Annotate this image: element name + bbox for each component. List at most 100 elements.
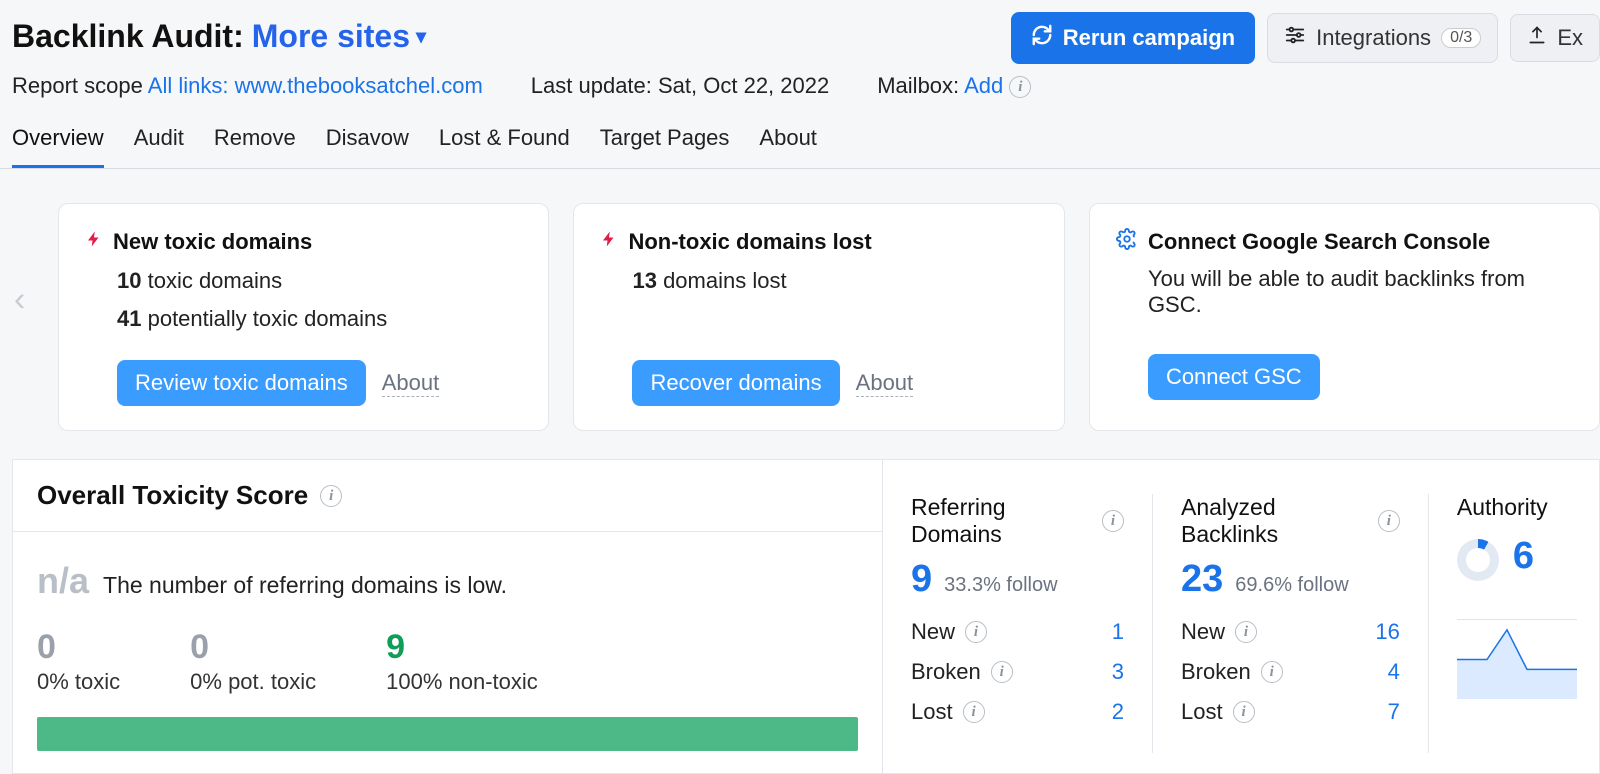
cards-row: ‹ New toxic domains 10 toxic domains 41 …: [0, 169, 1600, 431]
report-scope: Report scope All links: www.thebooksatch…: [12, 73, 483, 99]
card-actions: Recover domains About: [600, 360, 1037, 406]
count-label: 100% non-toxic: [386, 669, 538, 695]
info-icon[interactable]: i: [1233, 701, 1255, 723]
info-icon[interactable]: i: [965, 621, 987, 643]
ref-domains-value[interactable]: 9: [911, 558, 932, 601]
export-label: Ex: [1557, 25, 1583, 51]
stat-row: Losti 2: [911, 699, 1124, 725]
stat-row-value[interactable]: 1: [1112, 619, 1124, 645]
backlinks-value[interactable]: 23: [1181, 558, 1223, 601]
panel-title: Overall Toxicity Score i: [13, 460, 882, 532]
info-icon[interactable]: i: [991, 661, 1013, 683]
rerun-campaign-button[interactable]: Rerun campaign: [1011, 12, 1255, 64]
ref-domains-sub: 33.3% follow: [944, 574, 1057, 597]
tab-audit[interactable]: Audit: [134, 125, 184, 168]
page-title: Backlink Audit:: [12, 18, 244, 55]
toxicity-count: 9100% non-toxic: [386, 628, 538, 695]
count-value: 0: [37, 628, 120, 667]
card-actions: Connect GSC: [1116, 354, 1573, 400]
integrations-button[interactable]: Integrations 0/3: [1267, 13, 1498, 63]
toxicity-count: 00% toxic: [37, 628, 120, 695]
connect-gsc-button[interactable]: Connect GSC: [1148, 354, 1320, 400]
analyzed-backlinks-col: Analyzed Backlinks i 23 69.6% follow New…: [1153, 494, 1429, 753]
toxicity-count: 00% pot. toxic: [190, 628, 316, 695]
info-icon[interactable]: i: [320, 485, 342, 507]
na-row: n/a The number of referring domains is l…: [37, 560, 858, 602]
label: New: [911, 619, 955, 645]
stat-row-label: Newi: [911, 619, 987, 645]
chevron-down-icon: ▾: [416, 24, 426, 49]
ref-domains-list: Newi1Brokeni3Losti2: [911, 619, 1124, 725]
stat-row-value[interactable]: 16: [1375, 619, 1399, 645]
overall-toxicity-panel: Overall Toxicity Score i n/a The number …: [12, 459, 882, 774]
text: domains lost: [657, 268, 787, 293]
report-scope-link[interactable]: All links: www.thebooksatchel.com: [148, 73, 483, 98]
card-nontoxic-lost: Non-toxic domains lost 13 domains lost R…: [573, 203, 1064, 431]
about-link[interactable]: About: [382, 370, 440, 397]
last-update: Last update: Sat, Oct 22, 2022: [531, 73, 829, 99]
stat-row-value[interactable]: 3: [1112, 659, 1124, 685]
tab-remove[interactable]: Remove: [214, 125, 296, 168]
sparkline: [1457, 619, 1577, 699]
label: Lost: [1181, 699, 1223, 725]
info-icon[interactable]: i: [1102, 510, 1124, 532]
tab-about[interactable]: About: [759, 125, 817, 168]
stat-row: Brokeni 3: [911, 659, 1124, 685]
tab-lost-found[interactable]: Lost & Found: [439, 125, 570, 168]
stat-row-label: Brokeni: [1181, 659, 1283, 685]
info-icon[interactable]: i: [1261, 661, 1283, 683]
info-icon[interactable]: i: [1009, 76, 1031, 98]
stat-row: Losti 7: [1181, 699, 1400, 725]
info-icon[interactable]: i: [963, 701, 985, 723]
count-value: 0: [190, 628, 316, 667]
backlinks-list: Newi16Brokeni4Losti7: [1181, 619, 1400, 725]
site-selector-link[interactable]: More sites ▾: [252, 18, 426, 55]
header-actions: Rerun campaign Integrations 0/3 Ex: [1011, 12, 1600, 64]
label: Broken: [1181, 659, 1251, 685]
header: Backlink Audit: More sites ▾ Rerun campa…: [0, 0, 1600, 55]
card-head: Non-toxic domains lost: [600, 228, 1037, 256]
card-title: Non-toxic domains lost: [628, 229, 871, 255]
chevron-left-icon[interactable]: ‹: [14, 281, 25, 320]
value: 13: [632, 268, 656, 293]
tab-overview[interactable]: Overview: [12, 125, 104, 168]
text: potentially toxic domains: [141, 306, 387, 331]
mailbox-label: Mailbox:: [877, 73, 959, 98]
donut-icon: [1457, 539, 1499, 581]
recover-domains-button[interactable]: Recover domains: [632, 360, 839, 406]
review-toxic-button[interactable]: Review toxic domains: [117, 360, 366, 406]
info-icon[interactable]: i: [1378, 510, 1400, 532]
authority-title: Authority: [1457, 494, 1548, 521]
authority-value[interactable]: 6: [1513, 535, 1534, 578]
card-new-toxic-domains: New toxic domains 10 toxic domains 41 po…: [58, 203, 549, 431]
info-icon[interactable]: i: [1235, 621, 1257, 643]
card-line: 41 potentially toxic domains: [85, 306, 522, 332]
stat-row: Newi 16: [1181, 619, 1400, 645]
card-actions: Review toxic domains About: [85, 360, 522, 406]
value: 41: [117, 306, 141, 331]
integrations-label: Integrations: [1316, 25, 1431, 51]
about-link[interactable]: About: [856, 370, 914, 397]
backlinks-big: 23 69.6% follow: [1181, 558, 1400, 601]
stat-row-value[interactable]: 4: [1388, 659, 1400, 685]
authority-col: Authority 6: [1429, 494, 1599, 753]
gear-icon: [1116, 228, 1138, 256]
card-head: Connect Google Search Console: [1116, 228, 1573, 256]
stat-row-value[interactable]: 7: [1388, 699, 1400, 725]
tab-disavow[interactable]: Disavow: [326, 125, 409, 168]
tab-target-pages[interactable]: Target Pages: [600, 125, 730, 168]
stat-row-value[interactable]: 2: [1112, 699, 1124, 725]
card-title: Connect Google Search Console: [1148, 229, 1490, 255]
label: New: [1181, 619, 1225, 645]
stat-row-label: Losti: [1181, 699, 1255, 725]
text: toxic domains: [141, 268, 282, 293]
stat-head: Referring Domains i: [911, 494, 1124, 548]
bolt-icon: [85, 228, 103, 256]
label: Broken: [911, 659, 981, 685]
ref-domains-title: Referring Domains: [911, 494, 1092, 548]
panel-row: Overall Toxicity Score i n/a The number …: [0, 459, 1600, 774]
stat-row-label: Losti: [911, 699, 985, 725]
stat-row-label: Brokeni: [911, 659, 1013, 685]
mailbox-add-link[interactable]: Add: [964, 73, 1003, 98]
export-button[interactable]: Ex: [1510, 14, 1600, 62]
